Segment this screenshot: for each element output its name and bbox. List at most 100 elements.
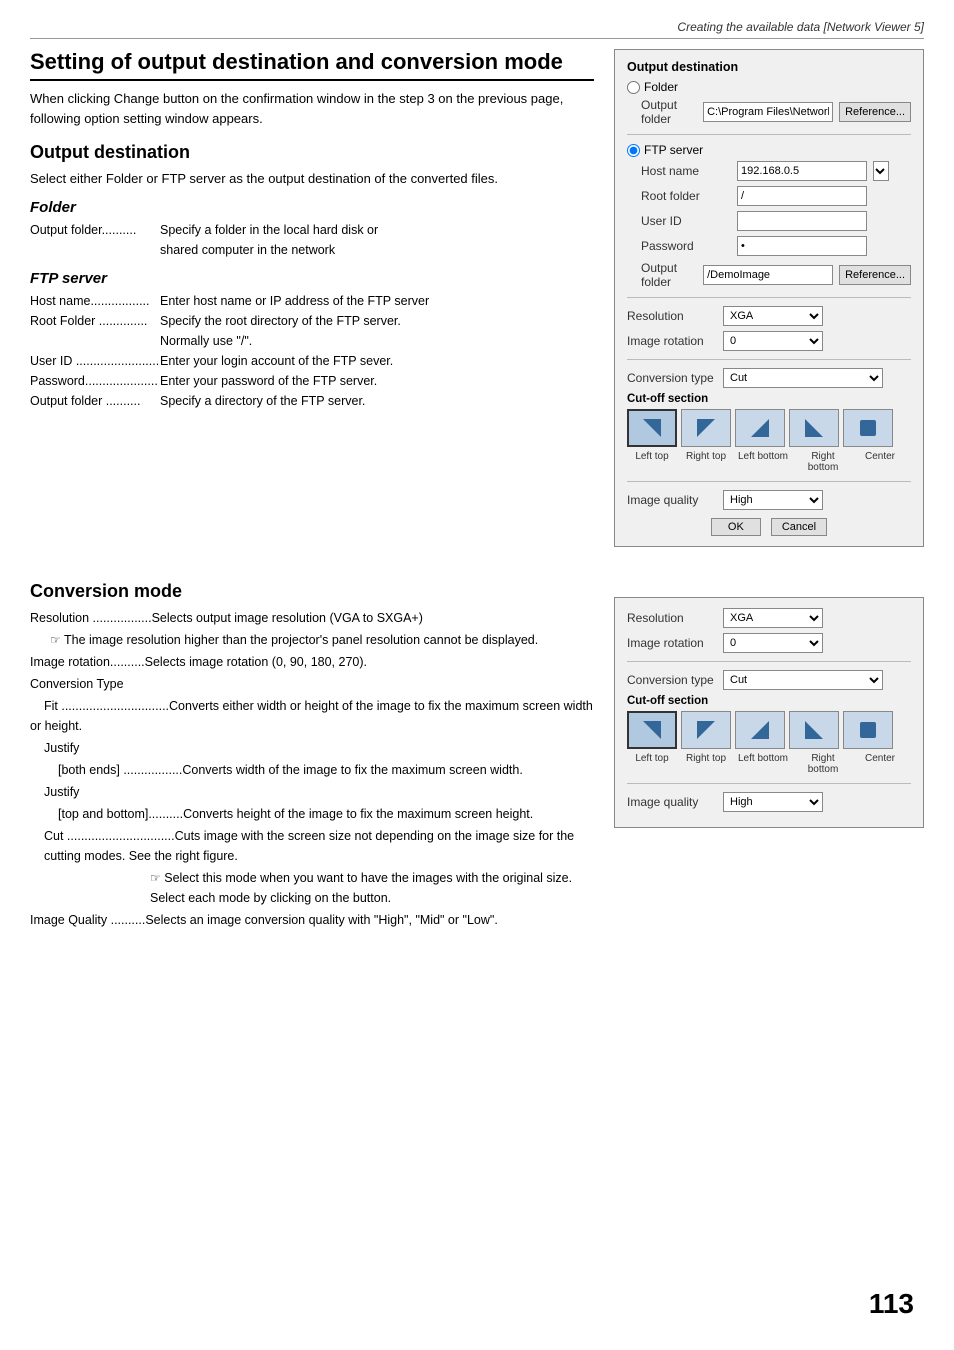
output-folder-label: Output folder — [641, 98, 697, 126]
justify-label1: Justify — [30, 738, 594, 758]
panel2-cut-right-bottom[interactable] — [789, 711, 839, 749]
panel2-cut-left-top[interactable] — [627, 711, 677, 749]
image-quality-select[interactable]: High Mid Low — [723, 490, 823, 510]
panel2-image-quality-row: Image quality High — [627, 792, 911, 812]
folder-radio[interactable] — [627, 81, 640, 94]
panel2-cut-label-rightbottom: Right bottom — [795, 753, 851, 775]
panel2-cut-right-top[interactable] — [681, 711, 731, 749]
resolution-def: Resolution .................Selects outp… — [30, 608, 594, 628]
page-number: 113 — [869, 1288, 914, 1320]
reference2-button[interactable]: Reference... — [839, 265, 911, 285]
fit-def: Fit ...............................Conve… — [30, 696, 594, 736]
rootfolder-label: Root folder — [641, 189, 731, 203]
conversion-mode-title: Conversion mode — [30, 581, 594, 602]
ftp-radio[interactable] — [627, 144, 640, 157]
panel2-cut-off-label: Cut-off section — [627, 695, 911, 707]
cut-center[interactable] — [843, 409, 893, 447]
panel2-cut-label-leftbottom: Left bottom — [735, 753, 791, 775]
resolution-label: Resolution — [627, 309, 717, 323]
resolution-note: ☞ The image resolution higher than the p… — [30, 630, 594, 650]
panel-bottom-row: OK Cancel — [627, 518, 911, 536]
folder-title: Folder — [30, 199, 594, 216]
reference-button[interactable]: Reference... — [839, 102, 911, 122]
cut-images-row — [627, 409, 911, 447]
justify-label2: Justify — [30, 782, 594, 802]
cut-right-top[interactable] — [681, 409, 731, 447]
rootfolder-row: Root folder — [641, 186, 911, 206]
hostname-input[interactable] — [737, 161, 867, 181]
conversion-type-def-label: Conversion Type — [30, 674, 594, 694]
hostname-row: Host name — [641, 161, 911, 181]
image-quality-label: Image quality — [627, 493, 717, 507]
ftp-outputfolder-def: Output folder .......... Specify a direc… — [30, 391, 594, 411]
cancel-button[interactable]: Cancel — [771, 518, 827, 536]
resolution-select[interactable]: XGA VGA SXGA+ — [723, 306, 823, 326]
image-quality-row: Image quality High Mid Low — [627, 490, 911, 510]
cut-label-center: Center — [855, 451, 905, 473]
hostname-dropdown[interactable] — [873, 161, 889, 181]
resolution-row: Resolution XGA VGA SXGA+ — [627, 306, 911, 326]
conversion-type-select[interactable]: Cut Fit Justify — [723, 368, 883, 388]
cut-label-leftbottom: Left bottom — [735, 451, 791, 473]
panel2-cut-left-bottom[interactable] — [735, 711, 785, 749]
image-rotation-select[interactable]: 0 90 180 270 — [723, 331, 823, 351]
section1-intro: When clicking Change button on the confi… — [30, 89, 594, 128]
section2-title: Output destination — [30, 142, 594, 163]
cut-right-bottom[interactable] — [789, 409, 839, 447]
output-folder2-row: Output folder Reference... — [641, 261, 911, 289]
cut-label-rightbottom: Right bottom — [795, 451, 851, 473]
section2-desc: Select either Folder or FTP server as th… — [30, 169, 594, 189]
image-quality-def: Image Quality ..........Selects an image… — [30, 910, 594, 930]
page-header: Creating the available data [Network Vie… — [30, 20, 924, 39]
ftp-password-def: Password..................... Enter your… — [30, 371, 594, 391]
cut-off-section-label: Cut-off section — [627, 393, 911, 405]
panel2-resolution-label: Resolution — [627, 611, 717, 625]
output-destination-panel: Output destination Folder Output folder … — [614, 49, 924, 547]
userid-label: User ID — [641, 214, 731, 228]
password-row: Password — [641, 236, 911, 256]
folder-radio-row[interactable]: Folder — [627, 80, 911, 94]
panel-title: Output destination — [627, 60, 911, 74]
cut-label-righttop: Right top — [681, 451, 731, 473]
output-folder-input[interactable] — [703, 102, 833, 122]
cut-def: Cut ...............................Cuts … — [30, 826, 594, 866]
ftp-userid-def: User ID ........................ Enter y… — [30, 351, 594, 371]
panel2-resolution-select[interactable]: XGA — [723, 608, 823, 628]
panel2-cut-labels-row: Left top Right top Left bottom Right bot… — [627, 753, 911, 775]
ok-button[interactable]: OK — [711, 518, 761, 536]
cut-left-bottom[interactable] — [735, 409, 785, 447]
image-rotation-label: Image rotation — [627, 334, 717, 348]
panel2-image-quality-select[interactable]: High — [723, 792, 823, 812]
image-rotation-def: Image rotation..........Selects image ro… — [30, 652, 594, 672]
conversion-type-label: Conversion type — [627, 371, 717, 385]
cut-note: ☞ Select this mode when you want to have… — [30, 868, 594, 908]
userid-input[interactable] — [737, 211, 867, 231]
panel2-image-rotation-select[interactable]: 0 — [723, 633, 823, 653]
panel2-image-quality-label: Image quality — [627, 795, 717, 809]
hostname-label: Host name — [641, 164, 731, 178]
ftp-rootfolder-def: Root Folder .............. Specify the r… — [30, 311, 594, 351]
panel2-image-rotation-label: Image rotation — [627, 636, 717, 650]
cut-left-top[interactable] — [627, 409, 677, 447]
conversion-type-row: Conversion type Cut Fit Justify — [627, 368, 911, 388]
panel2-resolution-row: Resolution XGA — [627, 608, 911, 628]
ftp-radio-label: FTP server — [644, 143, 703, 157]
password-label: Password — [641, 239, 731, 253]
ftp-hostname-def: Host name................. Enter host na… — [30, 291, 594, 311]
cut-label-lefttop: Left top — [627, 451, 677, 473]
panel2-cut-images-row — [627, 711, 911, 749]
image-rotation-row: Image rotation 0 90 180 270 — [627, 331, 911, 351]
panel2-conversion-type-label: Conversion type — [627, 673, 717, 687]
output-folder2-input[interactable] — [703, 265, 833, 285]
panel2-cut-label-center: Center — [855, 753, 905, 775]
rootfolder-input[interactable] — [737, 186, 867, 206]
panel2-conversion-type-select[interactable]: Cut — [723, 670, 883, 690]
output-folder2-label: Output folder — [641, 261, 697, 289]
password-input[interactable] — [737, 236, 867, 256]
panel2-conversion-type-row: Conversion type Cut — [627, 670, 911, 690]
panel2-image-rotation-row: Image rotation 0 — [627, 633, 911, 653]
ftp-title: FTP server — [30, 270, 594, 287]
ftp-radio-row[interactable]: FTP server — [627, 143, 911, 157]
folder-radio-label: Folder — [644, 80, 678, 94]
panel2-cut-center[interactable] — [843, 711, 893, 749]
